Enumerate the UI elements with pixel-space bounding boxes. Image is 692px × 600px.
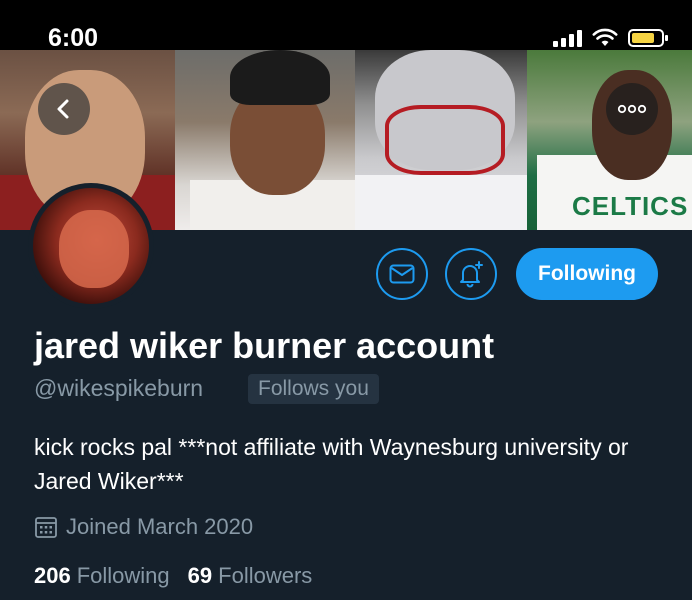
- status-icons: [553, 28, 668, 48]
- back-button[interactable]: [38, 83, 90, 135]
- chevron-left-icon: [57, 99, 69, 119]
- followers-label: Followers: [218, 563, 313, 588]
- joined-date: Joined March 2020: [34, 514, 253, 540]
- more-options-button[interactable]: [606, 83, 658, 135]
- wifi-icon: [592, 28, 618, 46]
- followers-stat[interactable]: 69 Followers: [188, 563, 313, 589]
- status-time: 6:00: [48, 24, 99, 52]
- follow-stats: 206 Following 69 Followers: [34, 563, 312, 589]
- more-dots-icon: [617, 104, 647, 114]
- following-label: Following: [76, 563, 170, 588]
- banner-photo-4: CELTICS: [527, 50, 692, 230]
- notification-bell-button[interactable]: [445, 248, 497, 300]
- cellular-signal-icon: [553, 29, 582, 47]
- bell-plus-icon: [460, 261, 483, 288]
- message-button[interactable]: [376, 248, 428, 300]
- status-bar: 6:00: [0, 0, 692, 52]
- followers-count: 69: [187, 563, 213, 588]
- following-count: 206: [34, 563, 71, 588]
- envelope-icon: [389, 264, 415, 284]
- display-name: jared wiker burner account: [34, 325, 495, 366]
- username-handle: @wikespikeburn: [34, 375, 204, 401]
- jersey-text: CELTICS: [572, 191, 689, 221]
- following-button[interactable]: Following: [516, 248, 658, 300]
- battery-icon: [628, 29, 668, 47]
- banner-photo-2: [175, 50, 355, 230]
- calendar-icon: [35, 517, 57, 538]
- follows-you-badge: Follows you: [248, 374, 379, 404]
- following-stat[interactable]: 206 Following: [34, 563, 170, 589]
- joined-text: Joined March 2020: [66, 514, 254, 539]
- avatar-border: [28, 183, 154, 309]
- avatar[interactable]: [33, 188, 149, 304]
- profile-bio: kick rocks pal ***not affiliate with Way…: [34, 434, 629, 494]
- banner-photo-3: [355, 50, 527, 230]
